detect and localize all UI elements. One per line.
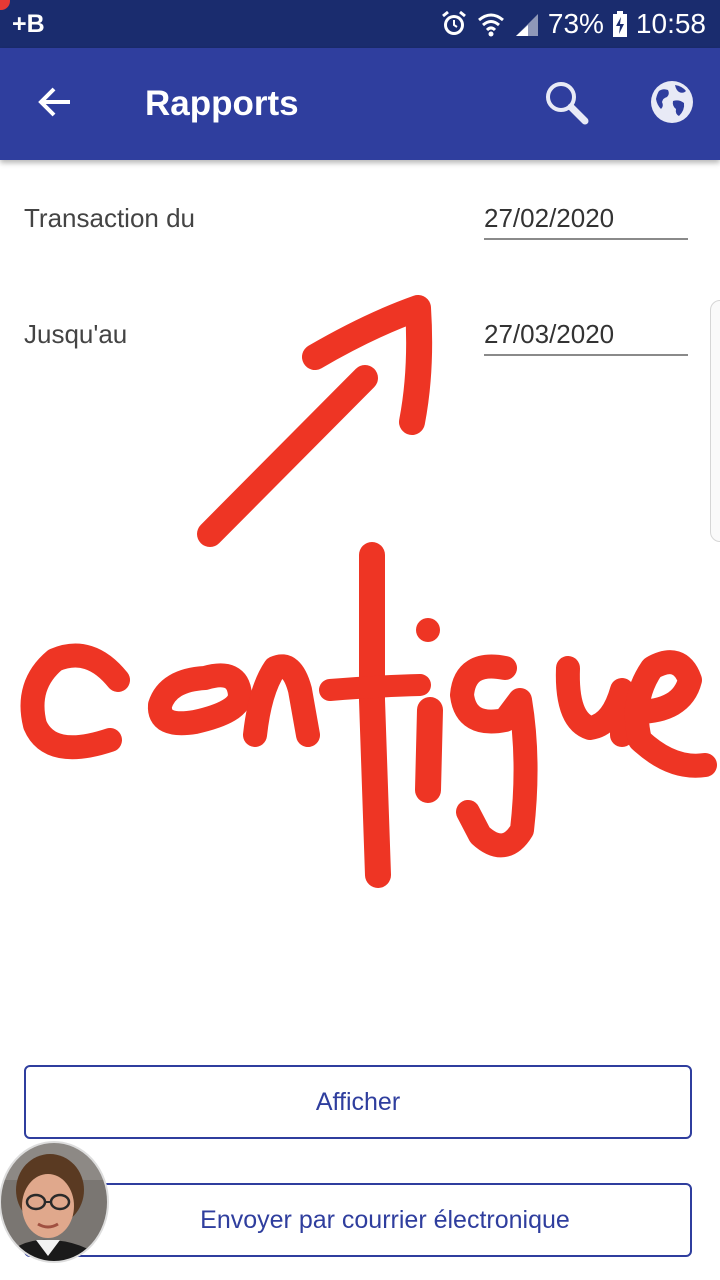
- battery-percent: 73%: [547, 8, 604, 39]
- show-button[interactable]: Afficher: [24, 1065, 692, 1139]
- signal-icon: [514, 10, 540, 38]
- search-button[interactable]: [536, 74, 596, 134]
- scroll-indicator[interactable]: [710, 300, 720, 542]
- globe-icon: [649, 79, 695, 130]
- arrow-back-icon: [36, 82, 76, 127]
- transaction-to-date-field[interactable]: [484, 314, 688, 356]
- alarm-icon: [440, 10, 468, 38]
- page-title: Rapports: [145, 84, 299, 123]
- app-bar: Rapports: [0, 48, 720, 160]
- wifi-icon: [476, 10, 506, 38]
- avatar-photo-icon: [0, 1141, 109, 1263]
- battery-charging-icon: [612, 10, 628, 38]
- globe-button[interactable]: [642, 74, 702, 134]
- status-time: 10:58: [635, 8, 706, 39]
- user-avatar[interactable]: [0, 1140, 110, 1264]
- status-icons: 73% 10:58: [440, 6, 706, 42]
- status-bar: +B 73% 10:58: [0, 0, 720, 48]
- back-button[interactable]: [26, 74, 86, 134]
- send-email-button[interactable]: Envoyer par courrier électronique: [24, 1183, 692, 1257]
- transaction-from-date-field[interactable]: [484, 198, 688, 240]
- notification-dot: [0, 0, 10, 10]
- transaction-from-label: Transaction du: [24, 203, 196, 233]
- transaction-to-label: Jusqu'au: [24, 319, 128, 349]
- search-icon: [542, 78, 590, 131]
- annotation-arrow: [197, 295, 433, 547]
- status-left-text: +B: [12, 10, 45, 38]
- reports-screen: +B 73% 10:58 Rapports Transaction du 27/…: [0, 0, 720, 1280]
